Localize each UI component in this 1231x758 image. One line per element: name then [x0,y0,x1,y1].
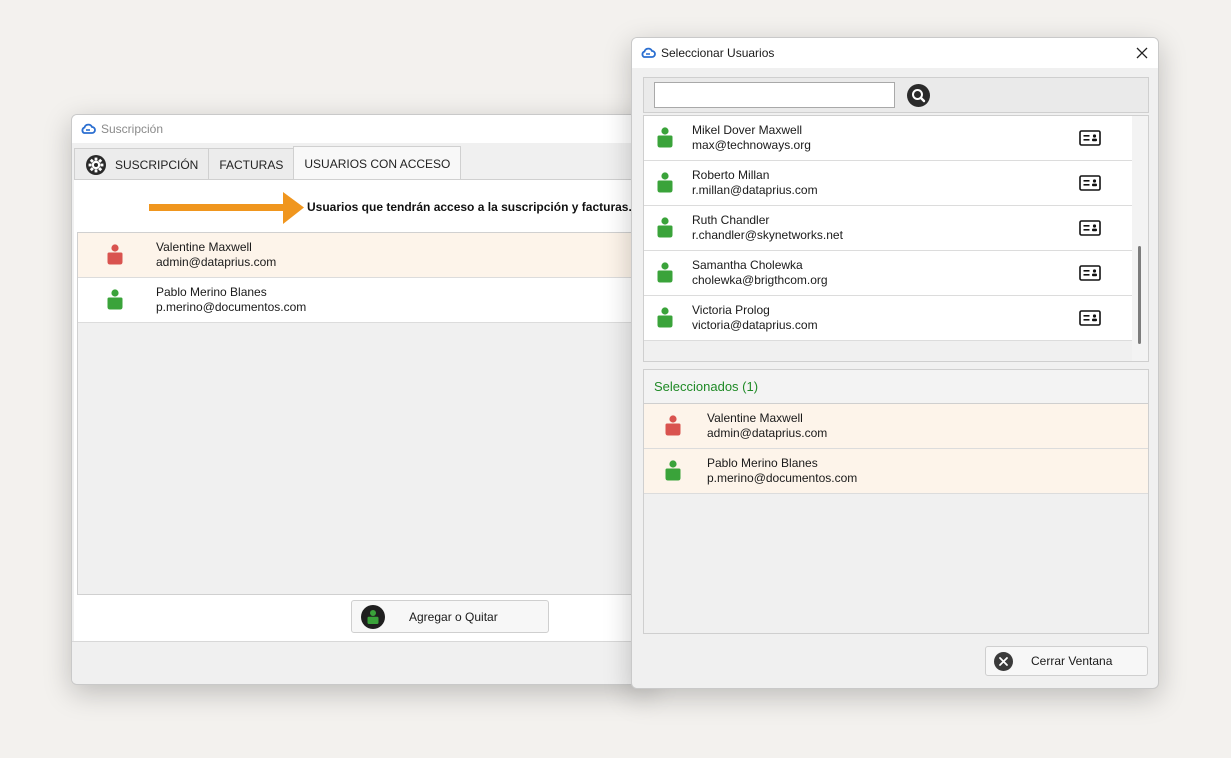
subscription-window-title: Suscripción [101,122,164,136]
selected-header: Seleccionados (1) [643,369,1149,404]
contact-card-icon[interactable] [1079,265,1101,281]
add-remove-button[interactable]: Agregar o Quitar [351,600,549,633]
scrollbar-thumb[interactable] [1138,246,1141,344]
select-users-titlebar: Seleccionar Usuarios [632,38,1158,68]
search-icon[interactable] [907,84,930,107]
cloud-logo-icon [641,47,656,58]
subscription-titlebar: Suscripción [72,115,650,143]
close-window-button[interactable]: Cerrar Ventana [985,646,1148,676]
user-name: Mikel Dover Maxwell [692,123,803,137]
user-email: admin@dataprius.com [156,255,277,269]
results-scrollbar[interactable] [1132,116,1148,361]
user-icon [657,172,673,193]
tab-usuarios-label: USUARIOS CON ACCESO [304,156,451,171]
arrow-right-icon [149,192,304,224]
user-icon [657,217,673,238]
list-item[interactable]: Mikel Dover Maxwell max@technoways.org [644,116,1132,161]
search-bar [643,77,1149,113]
tab-suscripcion-label: SUSCRIPCIÓN [115,157,199,172]
user-name: Ruth Chandler [692,213,770,227]
user-icon [657,307,673,328]
user-email: r.chandler@skynetworks.net [692,228,843,242]
user-email: max@technoways.org [692,138,811,152]
close-circle-icon [994,651,1013,671]
cloud-logo-icon [81,123,96,134]
subscription-window: Suscripción SUSCRIPCIÓN FACTURAS USUARIO… [71,114,651,685]
user-email: victoria@dataprius.com [692,318,818,332]
user-email: admin@dataprius.com [707,426,828,440]
close-window-label: Cerrar Ventana [1031,654,1113,668]
user-name: Pablo Merino Blanes [707,456,818,470]
contact-card-icon[interactable] [1079,310,1101,326]
list-item[interactable]: Pablo Merino Blanes p.merino@documentos.… [78,278,650,323]
tab-usuarios-con-acceso[interactable]: USUARIOS CON ACCESO [293,146,462,180]
user-email: p.merino@documentos.com [156,300,307,314]
user-icon [657,262,673,283]
user-results-list[interactable]: Mikel Dover Maxwell max@technoways.org R… [643,115,1149,362]
selected-user-list[interactable]: Valentine Maxwell admin@dataprius.com Pa… [643,404,1149,634]
list-item[interactable]: Ruth Chandler r.chandler@skynetworks.net [644,206,1132,251]
user-name: Samantha Cholewka [692,258,803,272]
user-name: Pablo Merino Blanes [156,285,267,299]
close-x-glyph [1136,47,1148,59]
list-item[interactable]: Valentine Maxwell admin@dataprius.com [78,233,650,278]
user-name: Valentine Maxwell [156,240,252,254]
select-users-dialog: Seleccionar Usuarios Mikel Dover Maxwell… [631,37,1159,689]
gear-icon [86,154,106,175]
tab-facturas[interactable]: FACTURAS [208,148,295,180]
user-email: r.millan@dataprius.com [692,183,818,197]
user-name: Valentine Maxwell [707,411,803,425]
user-icon [657,127,673,148]
user-name: Roberto Millan [692,168,770,182]
users-access-panel: Usuarios que tendrán acceso a la suscrip… [74,179,650,641]
user-icon [107,289,123,310]
user-icon [665,460,681,481]
contact-card-icon[interactable] [1079,175,1101,191]
access-info-text: Usuarios que tendrán acceso a la suscrip… [307,200,632,214]
search-input[interactable] [654,82,895,108]
list-item[interactable]: Roberto Millan r.millan@dataprius.com [644,161,1132,206]
close-icon[interactable] [1132,43,1152,63]
list-item[interactable]: Pablo Merino Blanes p.merino@documentos.… [644,449,1148,494]
user-admin-icon [107,244,123,265]
tab-facturas-label: FACTURAS [219,157,284,172]
user-email: p.merino@documentos.com [707,471,858,485]
list-item[interactable]: Valentine Maxwell admin@dataprius.com [644,404,1148,449]
user-name: Victoria Prolog [692,303,770,317]
subscription-footer [72,641,650,684]
access-user-list[interactable]: Valentine Maxwell admin@dataprius.com Pa… [77,232,650,595]
list-item[interactable]: Samantha Cholewka cholewka@brigthcom.org [644,251,1132,296]
user-circle-icon [361,604,385,629]
list-item[interactable]: Victoria Prolog victoria@dataprius.com [644,296,1132,341]
user-email: cholewka@brigthcom.org [692,273,828,287]
contact-card-icon[interactable] [1079,220,1101,236]
add-remove-label: Agregar o Quitar [409,609,498,624]
tab-suscripcion[interactable]: SUSCRIPCIÓN [74,148,210,180]
user-admin-icon [665,415,681,436]
subscription-tabs: SUSCRIPCIÓN FACTURAS USUARIOS CON ACCESO [74,146,462,180]
contact-card-icon[interactable] [1079,130,1101,146]
dialog-title: Seleccionar Usuarios [661,46,775,60]
